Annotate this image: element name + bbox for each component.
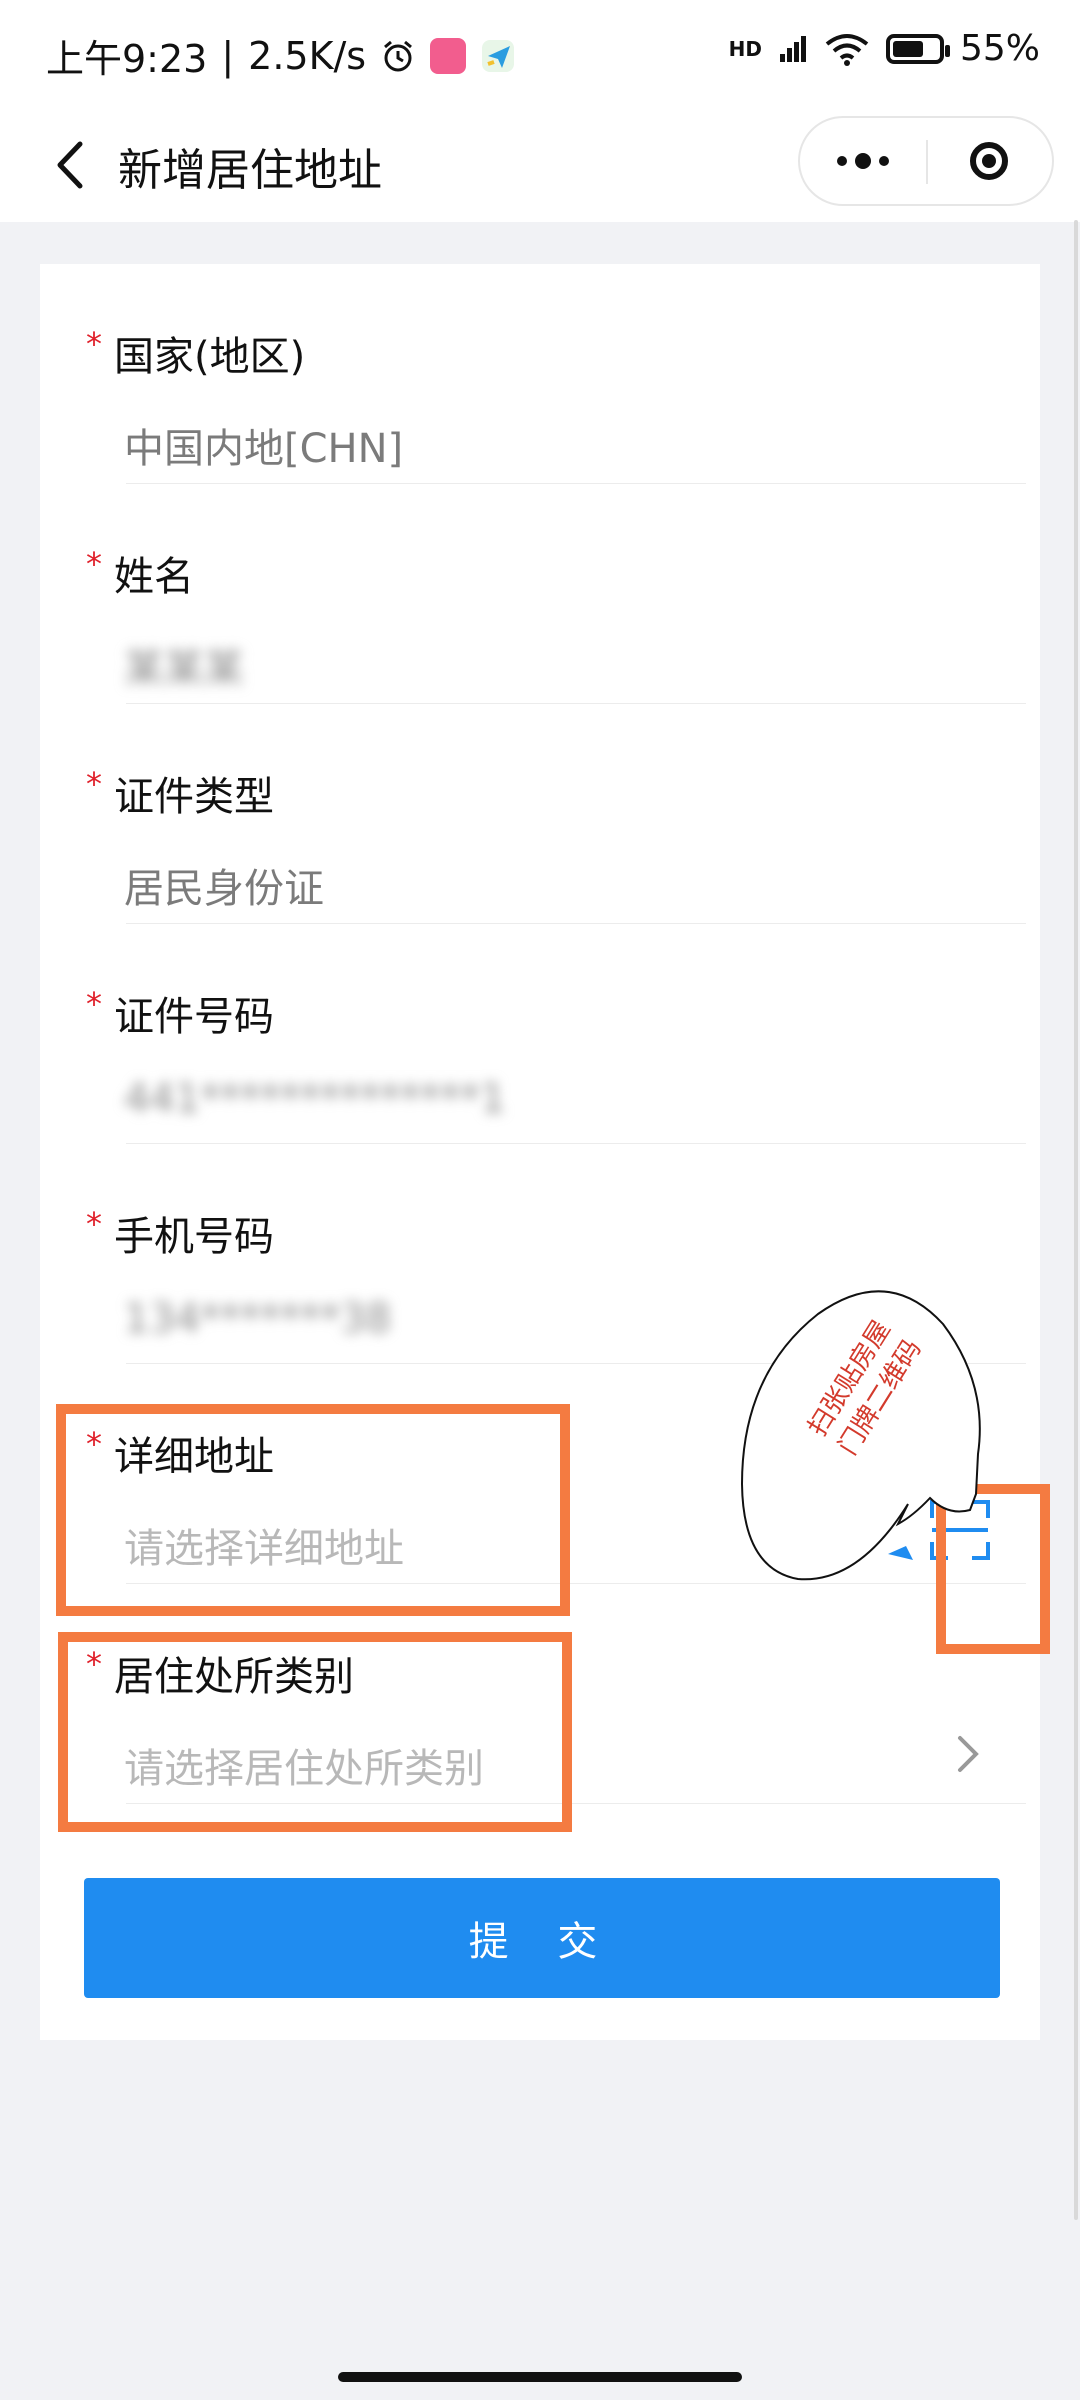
scrollbar[interactable] <box>1074 220 1078 2220</box>
wifi-icon <box>825 33 869 66</box>
mini-program-capsule <box>798 116 1054 206</box>
field-id-number-label: * 证件号码 <box>86 984 274 1042</box>
more-dot-icon <box>855 153 871 169</box>
bilibili-app-icon <box>430 37 467 74</box>
status-speed: 2.5K/s <box>248 33 367 78</box>
field-phone-label: * 手机号码 <box>86 1204 274 1262</box>
field-id-type[interactable]: * 证件类型 居民身份证 <box>86 704 1026 924</box>
more-button[interactable] <box>800 118 926 204</box>
country-label: 国家(地区) <box>114 334 306 380</box>
status-left: 上午9:23 | 2.5K/s <box>46 28 516 83</box>
chevron-right-icon <box>958 1736 979 1772</box>
required-asterisk: * <box>86 545 102 583</box>
id-type-label: 证件类型 <box>114 774 274 820</box>
status-time: 上午9:23 <box>46 37 208 81</box>
battery-icon <box>885 33 950 64</box>
more-dot-icon <box>837 156 847 166</box>
status-separator: | <box>221 33 235 78</box>
required-asterisk: * <box>86 765 102 803</box>
more-dot-icon <box>879 156 889 166</box>
id-number-label: 证件号码 <box>114 994 274 1040</box>
required-asterisk: * <box>86 985 102 1023</box>
paper-plane-app-icon <box>482 39 515 72</box>
country-value: 中国内地[CHN] <box>124 426 404 472</box>
status-network: HD <box>728 36 762 61</box>
field-country-label: * 国家(地区) <box>86 324 305 382</box>
id-number-value: 441**************1 <box>124 1076 506 1122</box>
close-mini-program-button[interactable] <box>926 118 1052 204</box>
name-label: 姓名 <box>114 554 194 600</box>
name-value: 某某某 <box>124 646 244 692</box>
annotation-box-address <box>56 1404 570 1616</box>
back-icon[interactable] <box>42 132 102 198</box>
page-title: 新增居住地址 <box>118 145 382 196</box>
battery-level: 55% <box>959 28 1040 69</box>
field-id-number[interactable]: * 证件号码 441**************1 <box>86 924 1026 1144</box>
home-indicator[interactable] <box>338 2372 742 2382</box>
annotation-box-residence <box>58 1632 572 1832</box>
required-asterisk: * <box>86 325 102 363</box>
required-asterisk: * <box>86 1205 102 1243</box>
phone-label: 手机号码 <box>114 1214 274 1260</box>
id-type-value: 居民身份证 <box>124 866 324 912</box>
signal-icon <box>779 35 806 62</box>
field-name[interactable]: * 姓名 某某某 <box>86 484 1026 704</box>
field-id-type-label: * 证件类型 <box>86 764 274 822</box>
submit-button[interactable]: 提 交 <box>84 1878 1000 1998</box>
phone-value: 134*******38 <box>124 1296 392 1342</box>
target-close-icon <box>970 142 1008 180</box>
status-right: HD 55% <box>729 28 1040 69</box>
field-country[interactable]: * 国家(地区) 中国内地[CHN] <box>86 264 1026 484</box>
nav-bar: 新增居住地址 <box>0 110 1080 222</box>
alarm-icon <box>384 40 413 71</box>
status-bar: 上午9:23 | 2.5K/s HD 55% <box>0 0 1080 110</box>
field-name-label: * 姓名 <box>86 544 194 602</box>
